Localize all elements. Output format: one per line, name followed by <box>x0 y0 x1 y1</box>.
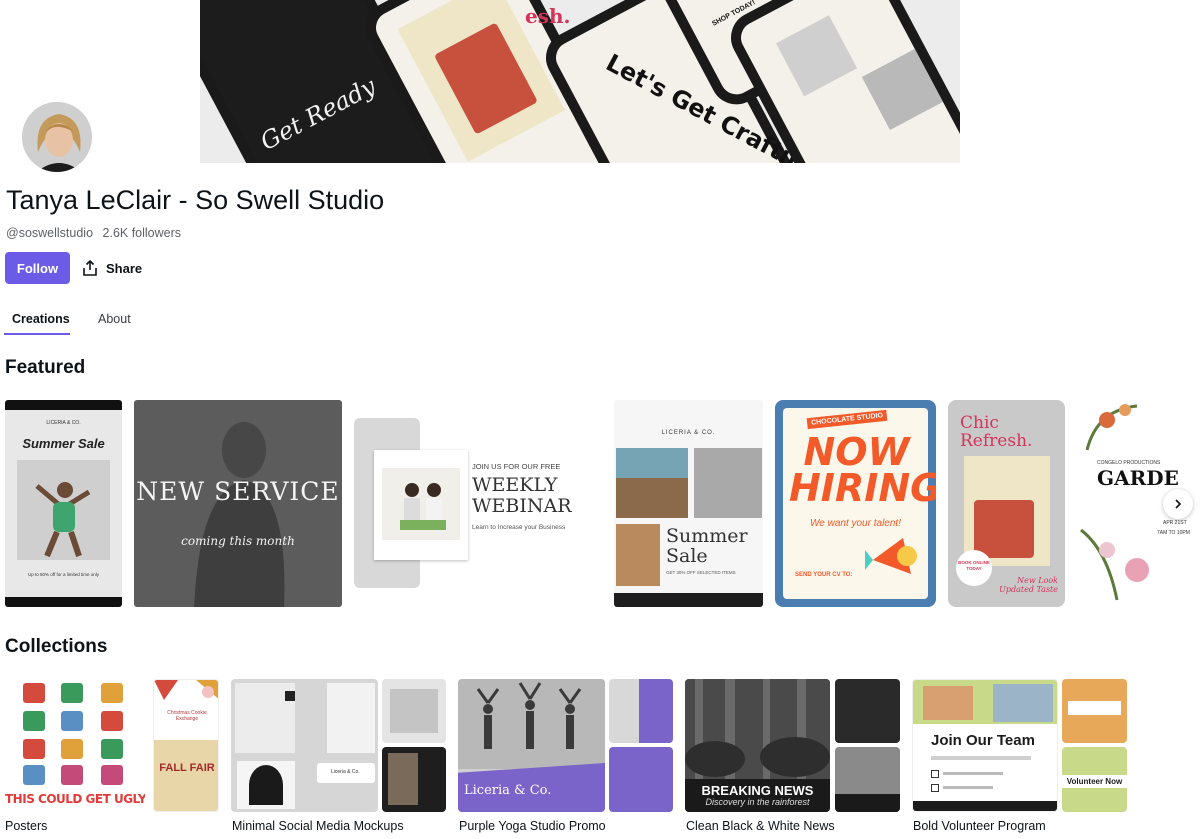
collection-clean-black-white-news[interactable]: BREAKING NEWS Discovery in the rainfores… <box>685 679 900 812</box>
featured-item-top: JOIN US FOR OUR FREE <box>472 462 561 471</box>
collection-thumb-side-bottom <box>382 747 446 812</box>
featured-item-heading: NEW SERVICE <box>136 477 340 506</box>
featured-item-chic-refresh-story[interactable]: Chic Refresh. BOOK ONLINE TODAY New Look… <box>948 400 1065 607</box>
featured-item-heading: Chic Refresh. <box>960 413 1033 451</box>
collection-label[interactable]: Bold Volunteer Program <box>913 819 1046 833</box>
profile-tabs: Creations About <box>4 305 159 335</box>
featured-item-sub: coming this month <box>181 534 295 548</box>
collection-thumb-side-top <box>835 679 900 743</box>
collection-label[interactable]: Posters <box>5 819 47 833</box>
featured-item-heading: Summer Sale <box>666 525 748 567</box>
featured-item-heading: GARDE <box>1097 466 1179 490</box>
collection-thumb-side: Christmas Cookie Exchange FALL FAIR <box>153 679 219 812</box>
featured-item-badge: BOOK ONLINE TODAY <box>958 560 990 571</box>
featured-item-sub: Learn to Increase your Business <box>472 524 566 531</box>
featured-item-top: LICERIA & CO. <box>661 430 716 436</box>
collection-brand: Liceria & Co. <box>464 783 552 798</box>
collection-label[interactable]: Minimal Social Media Mockups <box>232 819 404 833</box>
featured-item-foot: Up to 50% off for a limited time only <box>28 572 99 577</box>
collection-thumb-side-bottom: Volunteer Now <box>1062 747 1127 812</box>
collection-sub: Discovery in the rainforest <box>705 797 810 807</box>
featured-item-heading: Summer Sale <box>22 436 105 451</box>
featured-item-summer-sale-poster[interactable]: LICERIA & CO. Summer Sale Up to 50% off … <box>5 400 122 607</box>
collection-thumb-main: BREAKING NEWS Discovery in the rainfores… <box>685 679 830 812</box>
collection-purple-yoga-studio-promo[interactable]: Liceria & Co. <box>458 679 673 812</box>
collection-thumb-main: Join Our Team <box>912 679 1058 812</box>
collection-bold-volunteer-program[interactable]: Join Our Team Volunteer Now <box>912 679 1127 812</box>
featured-item-sub: We want your talent! <box>810 518 901 529</box>
featured-item-heading: WEEKLY WEBINAR <box>472 474 572 517</box>
collection-thumb-side-bottom <box>835 747 900 812</box>
banner-fresh-text: esh. <box>525 4 571 28</box>
collection-big-text: THIS COULD GET UGLY <box>5 792 145 806</box>
featured-item-top: LICERIA & CO. <box>46 420 81 426</box>
featured-item-heading: NOW HIRING <box>789 430 936 510</box>
collection-thumb-side-bottom <box>609 747 673 812</box>
featured-item-new-service-post[interactable]: NEW SERVICE coming this month <box>134 400 342 607</box>
collection-minimal-social-media-mockups[interactable]: Liceria & Co. <box>231 679 446 812</box>
share-button[interactable]: Share <box>82 254 142 282</box>
avatar <box>20 100 94 174</box>
collection-posters[interactable]: THIS COULD GET UGLY Christmas Cookie Exc… <box>5 679 220 812</box>
collection-side-heading: FALL FAIR <box>159 762 215 774</box>
profile-name: Tanya LeClair - So Swell Studio <box>6 185 385 215</box>
featured-title: Featured <box>5 357 86 378</box>
collection-thumb-main: THIS COULD GET UGLY <box>5 679 145 812</box>
share-label: Share <box>106 260 143 276</box>
featured-item-foot: SEND YOUR CV TO: <box>795 572 853 578</box>
collection-side-top: Christmas Cookie Exchange <box>167 710 207 722</box>
featured-item-summer-sale-collage[interactable]: LICERIA & CO. Summer Sale GET 30% OFF SE… <box>614 400 763 607</box>
share-icon <box>83 260 97 276</box>
tab-creations[interactable]: Creations <box>4 305 70 335</box>
featured-item-weekly-webinar-post[interactable]: JOIN US FOR OUR FREE WEEKLY WEBINAR Lear… <box>354 400 602 607</box>
collection-thumb-side-top <box>1062 679 1127 743</box>
collection-label[interactable]: Clean Black & White News <box>686 819 835 833</box>
featured-item-now-hiring-poster[interactable]: CHOCOLATE STUDIO NOW HIRING We want your… <box>775 400 936 607</box>
featured-item-foot: New Look Updated Taste <box>999 576 1058 594</box>
collection-thumb-main: Liceria & Co. <box>458 679 605 812</box>
featured-item-sub: GET 30% OFF SELECTED ITEMS <box>666 570 736 575</box>
profile-handle: @soswellstudio <box>6 226 94 240</box>
collection-heading: BREAKING NEWS <box>701 783 814 798</box>
featured-item-sub: APR 21ST <box>1163 520 1187 526</box>
collections-title: Collections <box>5 636 108 657</box>
chevron-right-icon <box>1175 499 1182 509</box>
profile-meta: @soswellstudio 2.6K followers <box>6 226 181 240</box>
collection-thumb-side-top <box>609 679 673 743</box>
collection-thumb-side-top <box>382 679 446 743</box>
featured-next-button[interactable] <box>1163 489 1193 519</box>
collection-heading: Join Our Team <box>931 732 1035 749</box>
collection-brand: Liceria & Co. <box>331 769 360 775</box>
collection-label[interactable]: Purple Yoga Studio Promo <box>459 819 606 833</box>
collection-sub: Volunteer Now <box>1062 775 1127 788</box>
featured-item-foot: 7AM TO 10PM <box>1157 530 1190 536</box>
tab-about[interactable]: About <box>90 305 139 335</box>
collection-thumb-main: Liceria & Co. <box>231 679 378 812</box>
profile-banner: Get Ready esh. Let's Get Craftin SHOP TO… <box>200 0 960 163</box>
profile-followers: 2.6K followers <box>102 226 182 240</box>
follow-button[interactable]: Follow <box>5 252 70 284</box>
